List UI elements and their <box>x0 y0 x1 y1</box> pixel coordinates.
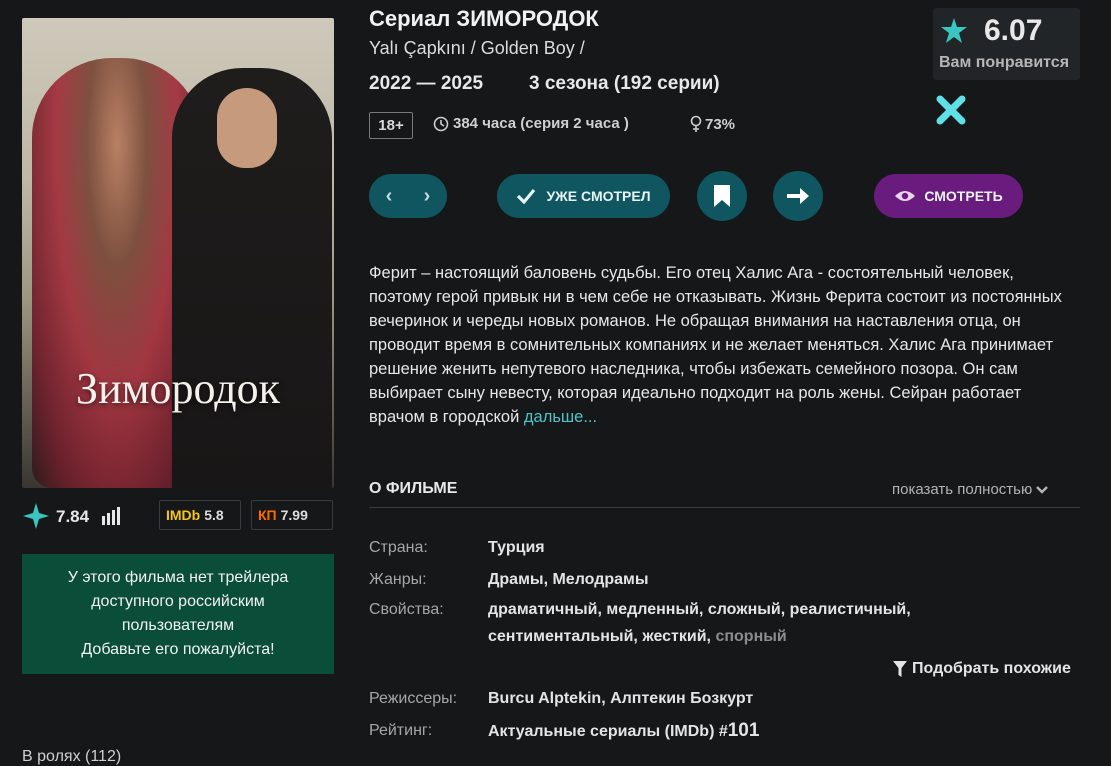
poster-title: Зимородок <box>76 364 280 413</box>
imdb-rating-value: 5.8 <box>204 507 224 523</box>
properties-line-2-dim[interactable]: спорный <box>715 628 786 645</box>
close-icon[interactable] <box>934 93 968 127</box>
recommendation-score-box[interactable]: 6.07 Вам понравится <box>933 8 1080 80</box>
already-watched-label: УЖЕ СМОТРЕЛ <box>546 188 651 204</box>
rating-value[interactable]: Актуальные сериалы (IMDb) #101 <box>488 720 759 742</box>
trailer-line-2: доступного российским <box>91 593 265 610</box>
imdb-label: IMDb <box>166 507 201 523</box>
rating-rank: 101 <box>727 720 760 741</box>
check-icon <box>517 188 536 204</box>
properties-line-1[interactable]: драматичный, медленный, сложный, реалист… <box>488 601 911 619</box>
cast-heading[interactable]: В ролях (112) <box>22 748 121 766</box>
bookmark-icon <box>714 185 730 207</box>
synopsis-text: Ферит – настоящий баловень судьбы. Его о… <box>369 264 1062 426</box>
prev-button[interactable]: ‹ <box>377 185 401 208</box>
trailer-line-1: У этого фильма нет трейлера <box>67 569 289 586</box>
duration-text: 384 часа (серия 2 часа ) <box>453 115 629 132</box>
trailer-line-4: Добавьте его пожалуйста! <box>81 641 275 658</box>
already-watched-button[interactable]: УЖЕ СМОТРЕЛ <box>497 174 670 218</box>
seasons-info: 3 сезона (192 серии) <box>529 73 720 95</box>
no-trailer-notice[interactable]: У этого фильма нет трейлера доступного р… <box>22 554 334 674</box>
clock-icon <box>433 116 449 131</box>
imdb-rating-badge[interactable]: IMDb 5.8 <box>159 500 241 530</box>
eye-icon <box>895 191 916 201</box>
four-point-star-icon <box>23 503 49 529</box>
alternate-titles: Yalı Çapkını / Golden Boy / <box>369 38 585 58</box>
show-full-toggle[interactable]: показать полностью <box>892 481 1049 498</box>
section-divider <box>369 507 1080 508</box>
female-icon <box>690 115 702 132</box>
female-share: 73% <box>705 115 736 133</box>
poster-man-face <box>217 88 277 168</box>
kp-rating-badge[interactable]: КП 7.99 <box>251 500 333 530</box>
arrow-right-icon <box>787 188 809 204</box>
directors-label: Режиссеры: <box>369 690 458 707</box>
page-title: Сериал ЗИМОРОДОК <box>369 6 599 31</box>
bookmark-button[interactable] <box>697 171 747 221</box>
find-similar-button[interactable]: Подобрать похожие <box>892 660 1071 678</box>
movie-poster[interactable]: Зимородок <box>22 18 334 488</box>
genres-value[interactable]: Драмы, Мелодрамы <box>488 571 649 589</box>
watch-button[interactable]: СМОТРЕТЬ <box>874 174 1023 218</box>
recommendation-label: Вам понравится <box>939 54 1070 71</box>
release-years: 2022 — 2025 <box>369 73 484 94</box>
genres-label: Жанры: <box>369 571 427 588</box>
find-similar-label: Подобрать похожие <box>912 660 1071 677</box>
trailer-line-3: пользователям <box>121 617 235 634</box>
properties-label: Свойства: <box>369 601 444 618</box>
filter-icon <box>893 661 907 677</box>
seasons-text: 3 сезона (192 серии) <box>529 73 720 94</box>
prev-next-nav: ‹ › <box>369 174 447 218</box>
age-rating-badge: 18+ <box>369 112 413 139</box>
recommendation-score: 6.07 <box>984 14 1043 47</box>
kp-label: КП <box>258 507 277 523</box>
properties-line-2-main[interactable]: сентиментальный, жесткий, <box>488 628 711 645</box>
audience-gender: 73% <box>689 115 735 133</box>
country-value[interactable]: Турция <box>488 539 545 557</box>
rating-list-text: Актуальные сериалы (IMDb) # <box>488 723 728 740</box>
duration-info: 384 часа (серия 2 часа ) <box>433 115 629 132</box>
chevron-down-icon <box>1036 485 1049 494</box>
synopsis: Ферит – настоящий баловень судьбы. Его о… <box>369 261 1080 429</box>
signal-bars-icon <box>102 507 120 525</box>
properties-line-2: сентиментальный, жесткий, спорный <box>488 628 787 646</box>
country-label: Страна: <box>369 539 428 556</box>
person-star-icon <box>941 18 967 43</box>
show-full-label: показать полностью <box>892 481 1033 498</box>
directors-value[interactable]: Burcu Alptekin, Алптекин Бозкурт <box>488 690 753 708</box>
about-heading: О ФИЛЬМЕ <box>369 480 458 497</box>
site-rating: 7.84 <box>56 507 90 526</box>
watch-label: СМОТРЕТЬ <box>924 188 1003 204</box>
share-button[interactable] <box>773 171 823 221</box>
next-button[interactable]: › <box>415 185 439 208</box>
read-more-link[interactable]: дальше... <box>524 408 597 426</box>
kp-rating-value: 7.99 <box>280 507 308 523</box>
rating-label: Рейтинг: <box>369 722 433 739</box>
